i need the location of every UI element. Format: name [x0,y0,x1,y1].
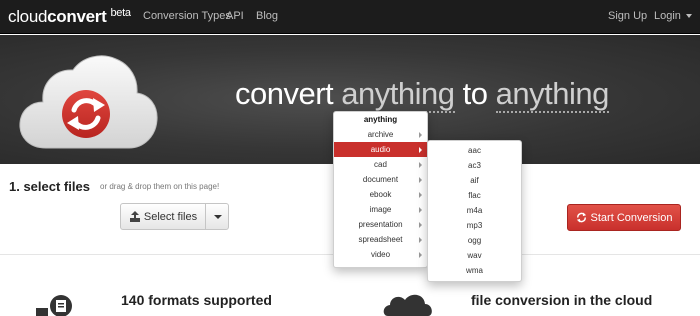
format-option[interactable]: flac [428,188,521,203]
menu-item-label: archive [367,130,394,139]
caret-right-icon [419,237,422,243]
start-conversion-button[interactable]: Start Conversion [567,204,681,231]
menu-item-document[interactable]: document [334,172,427,187]
format-option[interactable]: wav [428,248,521,263]
caret-right-icon [419,222,422,228]
menu-item-label: audio [370,145,391,154]
caret-down-icon [214,215,222,219]
menu-item-label: ebook [369,190,392,199]
menu-item-cad[interactable]: cad [334,157,427,172]
select-files-button[interactable]: Select files [120,203,206,230]
menu-header: anything [363,115,398,124]
caret-right-icon [419,132,422,138]
drag-drop-hint: or drag & drop them on this page! [100,182,220,191]
caret-right-icon [419,192,422,198]
select-source-dropdown-button[interactable] [205,203,229,230]
format-option[interactable]: mp3 [428,218,521,233]
menu-item-spreadsheet[interactable]: spreadsheet [334,232,427,247]
step-title: 1. select files [9,179,90,194]
menu-item-ebook[interactable]: ebook [334,187,427,202]
menu-item-label: video [370,250,391,259]
caret-right-icon [419,177,422,183]
brand-text-light: cloud [8,7,48,26]
start-conversion-label: Start Conversion [590,211,673,224]
menu-item-video[interactable]: video [334,247,427,262]
menu-item-label: spreadsheet [358,235,403,244]
menu-item-label: presentation [358,220,403,229]
caret-right-icon [419,147,422,153]
format-option[interactable]: m4a [428,203,521,218]
refresh-icon [62,90,110,138]
menu-item-archive[interactable]: archive [334,127,427,142]
menu-item-audio[interactable]: audio [334,142,427,157]
menu-item-label: document [362,175,399,184]
menu-item-image[interactable]: image [334,202,427,217]
format-option[interactable]: aac [428,143,521,158]
feature-formats-title: 140 formats supported [121,292,272,308]
caret-right-icon [419,162,422,168]
feature-cloud-title: file conversion in the cloud [471,292,653,308]
brand-text-bold: convert [47,7,107,26]
menu-item-label: cad [374,160,387,169]
format-option[interactable]: aif [428,173,521,188]
upload-icon [129,210,140,222]
format-category-menu: anything archive audio cad document eboo… [333,111,428,268]
caret-down-icon [685,14,692,19]
formats-icon [36,295,72,316]
refresh-icon [576,212,586,223]
format-option[interactable]: wma [428,263,521,278]
brand-logo[interactable]: cloudconvert beta [8,7,131,27]
cloud-icon [383,294,432,316]
login-label: Login [654,10,681,22]
hero-from-format-selector[interactable]: anything [341,76,455,113]
cloud-logo-icon [19,55,158,149]
caret-right-icon [419,252,422,258]
hero-middle: to [462,76,488,111]
format-option[interactable]: ogg [428,233,521,248]
nav-link-conversion-types[interactable]: Conversion Types [143,10,231,22]
hero-prefix: convert [235,76,334,111]
menu-item-presentation[interactable]: presentation [334,217,427,232]
nav-link-blog[interactable]: Blog [256,10,278,22]
nav-link-login[interactable]: Login [654,10,692,22]
audio-format-submenu: aac ac3 aif flac m4a mp3 ogg wav wma [427,140,522,282]
caret-right-icon [419,207,422,213]
nav-link-signup[interactable]: Sign Up [608,10,647,22]
hero-title: convert anything to anything [235,76,609,113]
nav-link-api[interactable]: API [226,10,244,22]
format-option[interactable]: ac3 [428,158,521,173]
brand-beta-tag: beta [110,7,131,19]
top-navbar: cloudconvert beta Conversion Types API Bl… [0,0,700,34]
hero-to-format-selector[interactable]: anything [495,76,609,113]
menu-item-label: image [369,205,392,214]
select-files-label: Select files [143,210,198,223]
